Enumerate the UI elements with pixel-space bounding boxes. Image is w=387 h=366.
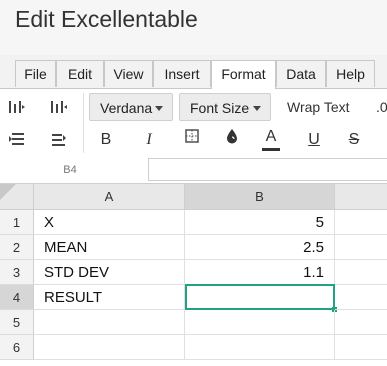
font-size-dropdown[interactable]: Font Size — [179, 93, 271, 121]
tab-edit[interactable]: Edit — [56, 60, 104, 87]
italic-button[interactable]: I — [136, 127, 162, 153]
cell-a2[interactable]: MEAN — [34, 235, 185, 260]
bold-button[interactable]: B — [93, 127, 119, 153]
row-header-2[interactable]: 2 — [0, 235, 34, 260]
font-color-swatch — [262, 148, 280, 151]
tab-file[interactable]: File — [15, 60, 56, 87]
cell-a6[interactable] — [34, 335, 185, 360]
tab-view[interactable]: View — [104, 60, 153, 87]
row-header-3[interactable]: 3 — [0, 260, 34, 285]
cell-a4[interactable]: RESULT — [34, 285, 185, 310]
app-title: Edit Excellentable — [15, 6, 198, 32]
column-header-b[interactable]: B — [185, 184, 335, 210]
cell-c5[interactable] — [335, 310, 387, 335]
row-header-1[interactable]: 1 — [0, 210, 34, 235]
cell-name-box[interactable]: B4 — [0, 157, 140, 183]
font-color-icon: A — [265, 128, 277, 145]
tab-help[interactable]: Help — [326, 60, 375, 87]
corner-triangle-icon — [0, 184, 16, 200]
wrap-text-button[interactable]: Wrap Text — [287, 93, 350, 121]
cell-a1[interactable]: X — [34, 210, 185, 235]
cell-c6[interactable] — [335, 335, 387, 360]
select-all-corner[interactable] — [0, 184, 34, 210]
spreadsheet-grid: A B 1 X 5 2 MEAN 2.5 3 STD DEV 1.1 4 RES… — [0, 184, 387, 366]
formula-input[interactable] — [148, 158, 387, 181]
vertical-align-top-icon[interactable] — [4, 127, 30, 153]
cell-b5[interactable] — [185, 310, 335, 335]
underline-button[interactable]: U — [301, 127, 327, 153]
align-outdent-icon[interactable] — [46, 94, 72, 120]
tab-insert[interactable]: Insert — [153, 60, 211, 87]
cell-c1[interactable] — [335, 210, 387, 235]
column-header-c[interactable] — [335, 184, 387, 210]
chevron-down-icon — [155, 106, 163, 111]
format-toolbar: Verdana Font Size Wrap Text .0 B I A U S — [0, 89, 387, 158]
column-header-a[interactable]: A — [34, 184, 185, 210]
font-size-value: Font Size — [190, 100, 250, 116]
borders-icon — [185, 129, 199, 143]
title-bar: Edit Excellentable — [0, 0, 387, 55]
cell-b4-active[interactable] — [185, 284, 335, 310]
formula-bar: B4 — [0, 157, 387, 184]
row-header-4[interactable]: 4 — [0, 285, 34, 310]
ribbon-tabs: File Edit View Insert Format Data Help — [0, 55, 387, 89]
cell-a3[interactable]: STD DEV — [34, 260, 185, 285]
chevron-down-icon — [253, 106, 261, 111]
font-color-button[interactable]: A — [258, 127, 284, 153]
cell-c4[interactable] — [335, 285, 387, 310]
font-family-value: Verdana — [100, 100, 153, 116]
cell-a5[interactable] — [34, 310, 185, 335]
row-header-5[interactable]: 5 — [0, 310, 34, 335]
tab-data[interactable]: Data — [276, 60, 326, 87]
toolbar-divider — [83, 93, 84, 153]
cell-borders-button[interactable] — [179, 127, 205, 153]
cell-c3[interactable] — [335, 260, 387, 285]
decimal-format-button[interactable]: .0 — [376, 93, 387, 121]
font-family-dropdown[interactable]: Verdana — [89, 93, 173, 121]
cell-b2[interactable]: 2.5 — [185, 235, 335, 260]
fill-color-button[interactable] — [219, 127, 245, 153]
cell-c2[interactable] — [335, 235, 387, 260]
cell-b1[interactable]: 5 — [185, 210, 335, 235]
row-header-6[interactable]: 6 — [0, 335, 34, 360]
tab-format[interactable]: Format — [211, 60, 276, 89]
cell-b3[interactable]: 1.1 — [185, 260, 335, 285]
cell-b6[interactable] — [185, 335, 335, 360]
strikethrough-button[interactable]: S — [341, 127, 367, 153]
vertical-align-bottom-icon[interactable] — [46, 127, 72, 153]
align-indent-icon[interactable] — [4, 94, 30, 120]
drop-icon — [227, 129, 237, 144]
